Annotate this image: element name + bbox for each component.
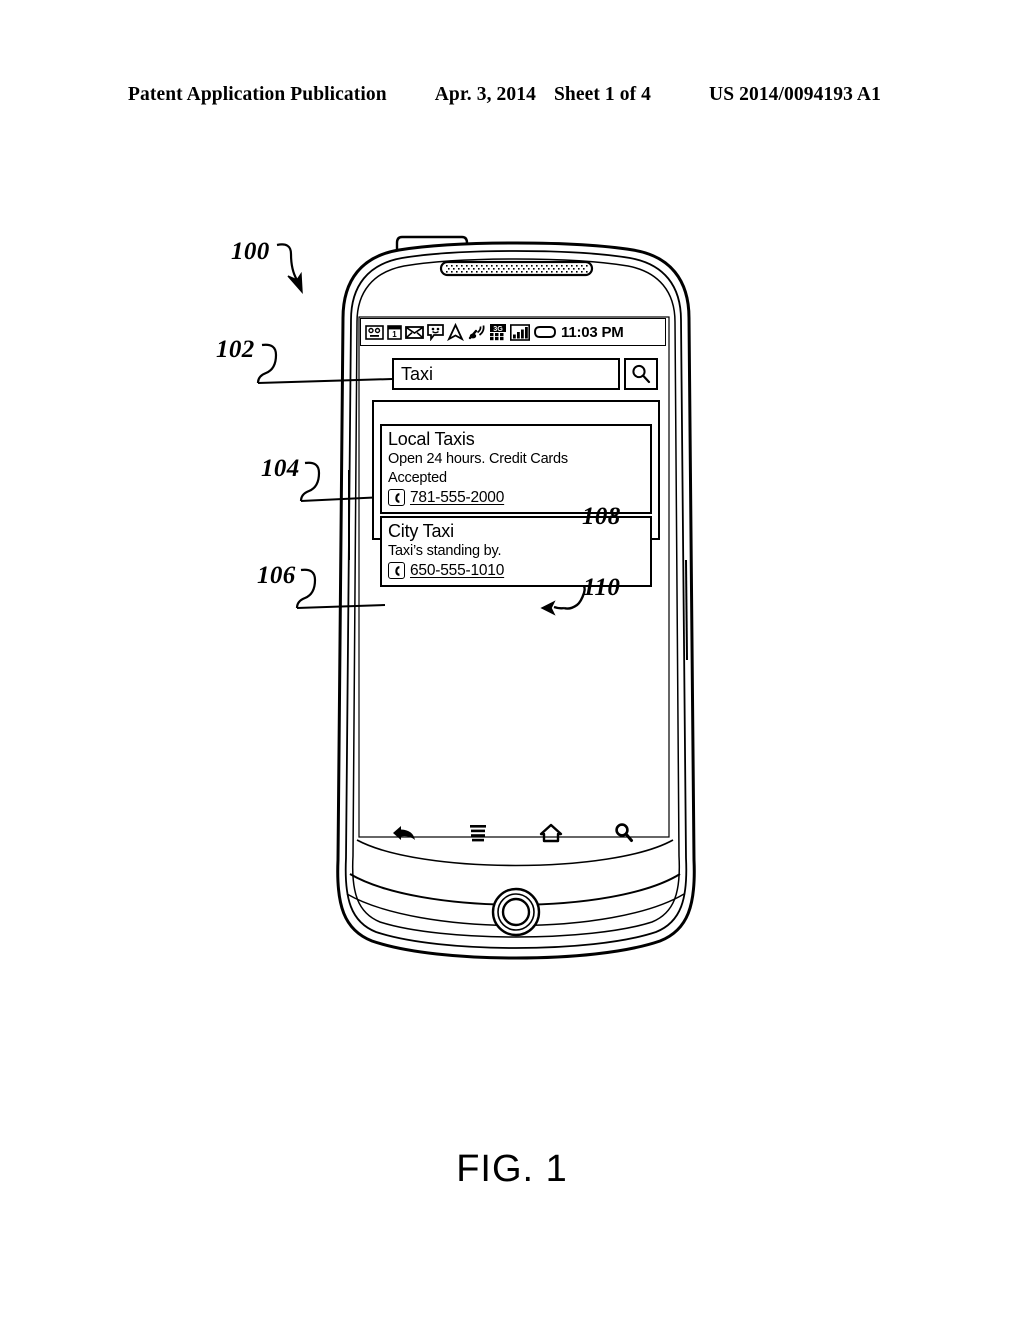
figure-caption: FIG. 1 [456, 1148, 568, 1190]
menu-button[interactable] [461, 818, 495, 848]
trackball-button [491, 887, 541, 937]
status-bar: 1 3G 11:03 PM [360, 318, 666, 346]
home-icon [539, 823, 562, 843]
navigation-arrow-icon [447, 323, 464, 341]
wireless-waves-icon [468, 324, 485, 339]
back-arrow-icon [392, 826, 415, 840]
navigation-bar [368, 816, 660, 850]
envelope-icon [405, 325, 424, 339]
reference-numeral-104: 104 [261, 455, 300, 482]
phone-handset-icon [388, 489, 405, 507]
3g-network-icon: 3G [490, 324, 506, 341]
svg-text:1: 1 [392, 330, 397, 339]
search-input[interactable]: Taxi [392, 358, 620, 390]
chat-bubble-icon [427, 324, 444, 341]
earpiece-speaker [439, 260, 594, 277]
reference-numeral-110: 110 [583, 574, 621, 601]
reference-numeral-100: 100 [231, 238, 270, 265]
status-bar-clock: 11:03 PM [561, 323, 624, 341]
search-submit-button[interactable] [624, 358, 658, 390]
phone-screen: 1 3G 11:03 PM Taxi Local Taxis Open 24 h… [360, 318, 668, 848]
leader-106 [295, 568, 317, 609]
signal-bars-icon [510, 323, 530, 341]
status-bar-icons: 1 3G [365, 323, 556, 341]
result-phone-number[interactable]: 650-555-1010 [410, 562, 504, 580]
leader-102 [256, 343, 278, 384]
result-phone-number[interactable]: 781-555-2000 [410, 489, 504, 507]
home-button[interactable] [534, 818, 568, 848]
search-result-item[interactable]: Local Taxis Open 24 hours. Credit Cards … [380, 424, 652, 514]
leader-104 [299, 461, 321, 502]
reference-numeral-106: 106 [257, 562, 296, 589]
leader-100 [276, 243, 298, 281]
search-icon [614, 823, 633, 842]
reference-numeral-108: 108 [582, 503, 621, 530]
back-button[interactable] [388, 818, 422, 848]
phone-handset-icon [388, 562, 405, 580]
reference-numeral-102: 102 [216, 336, 255, 363]
shell-highlight-right [685, 559, 688, 661]
search-input-value: Taxi [401, 363, 434, 384]
calendar-icon: 1 [387, 324, 402, 340]
menu-lines-icon [469, 825, 486, 842]
svg-text:3G: 3G [493, 324, 503, 333]
search-bar: Taxi [392, 358, 660, 390]
search-icon [632, 364, 651, 384]
result-description: Taxi’s standing by. [388, 542, 502, 559]
search-button[interactable] [607, 818, 641, 848]
result-description: Open 24 hours. Credit Cards Accepted [388, 450, 568, 486]
battery-icon [534, 326, 556, 338]
contact-face-icon [365, 324, 384, 340]
result-title: Local Taxis [388, 429, 475, 449]
